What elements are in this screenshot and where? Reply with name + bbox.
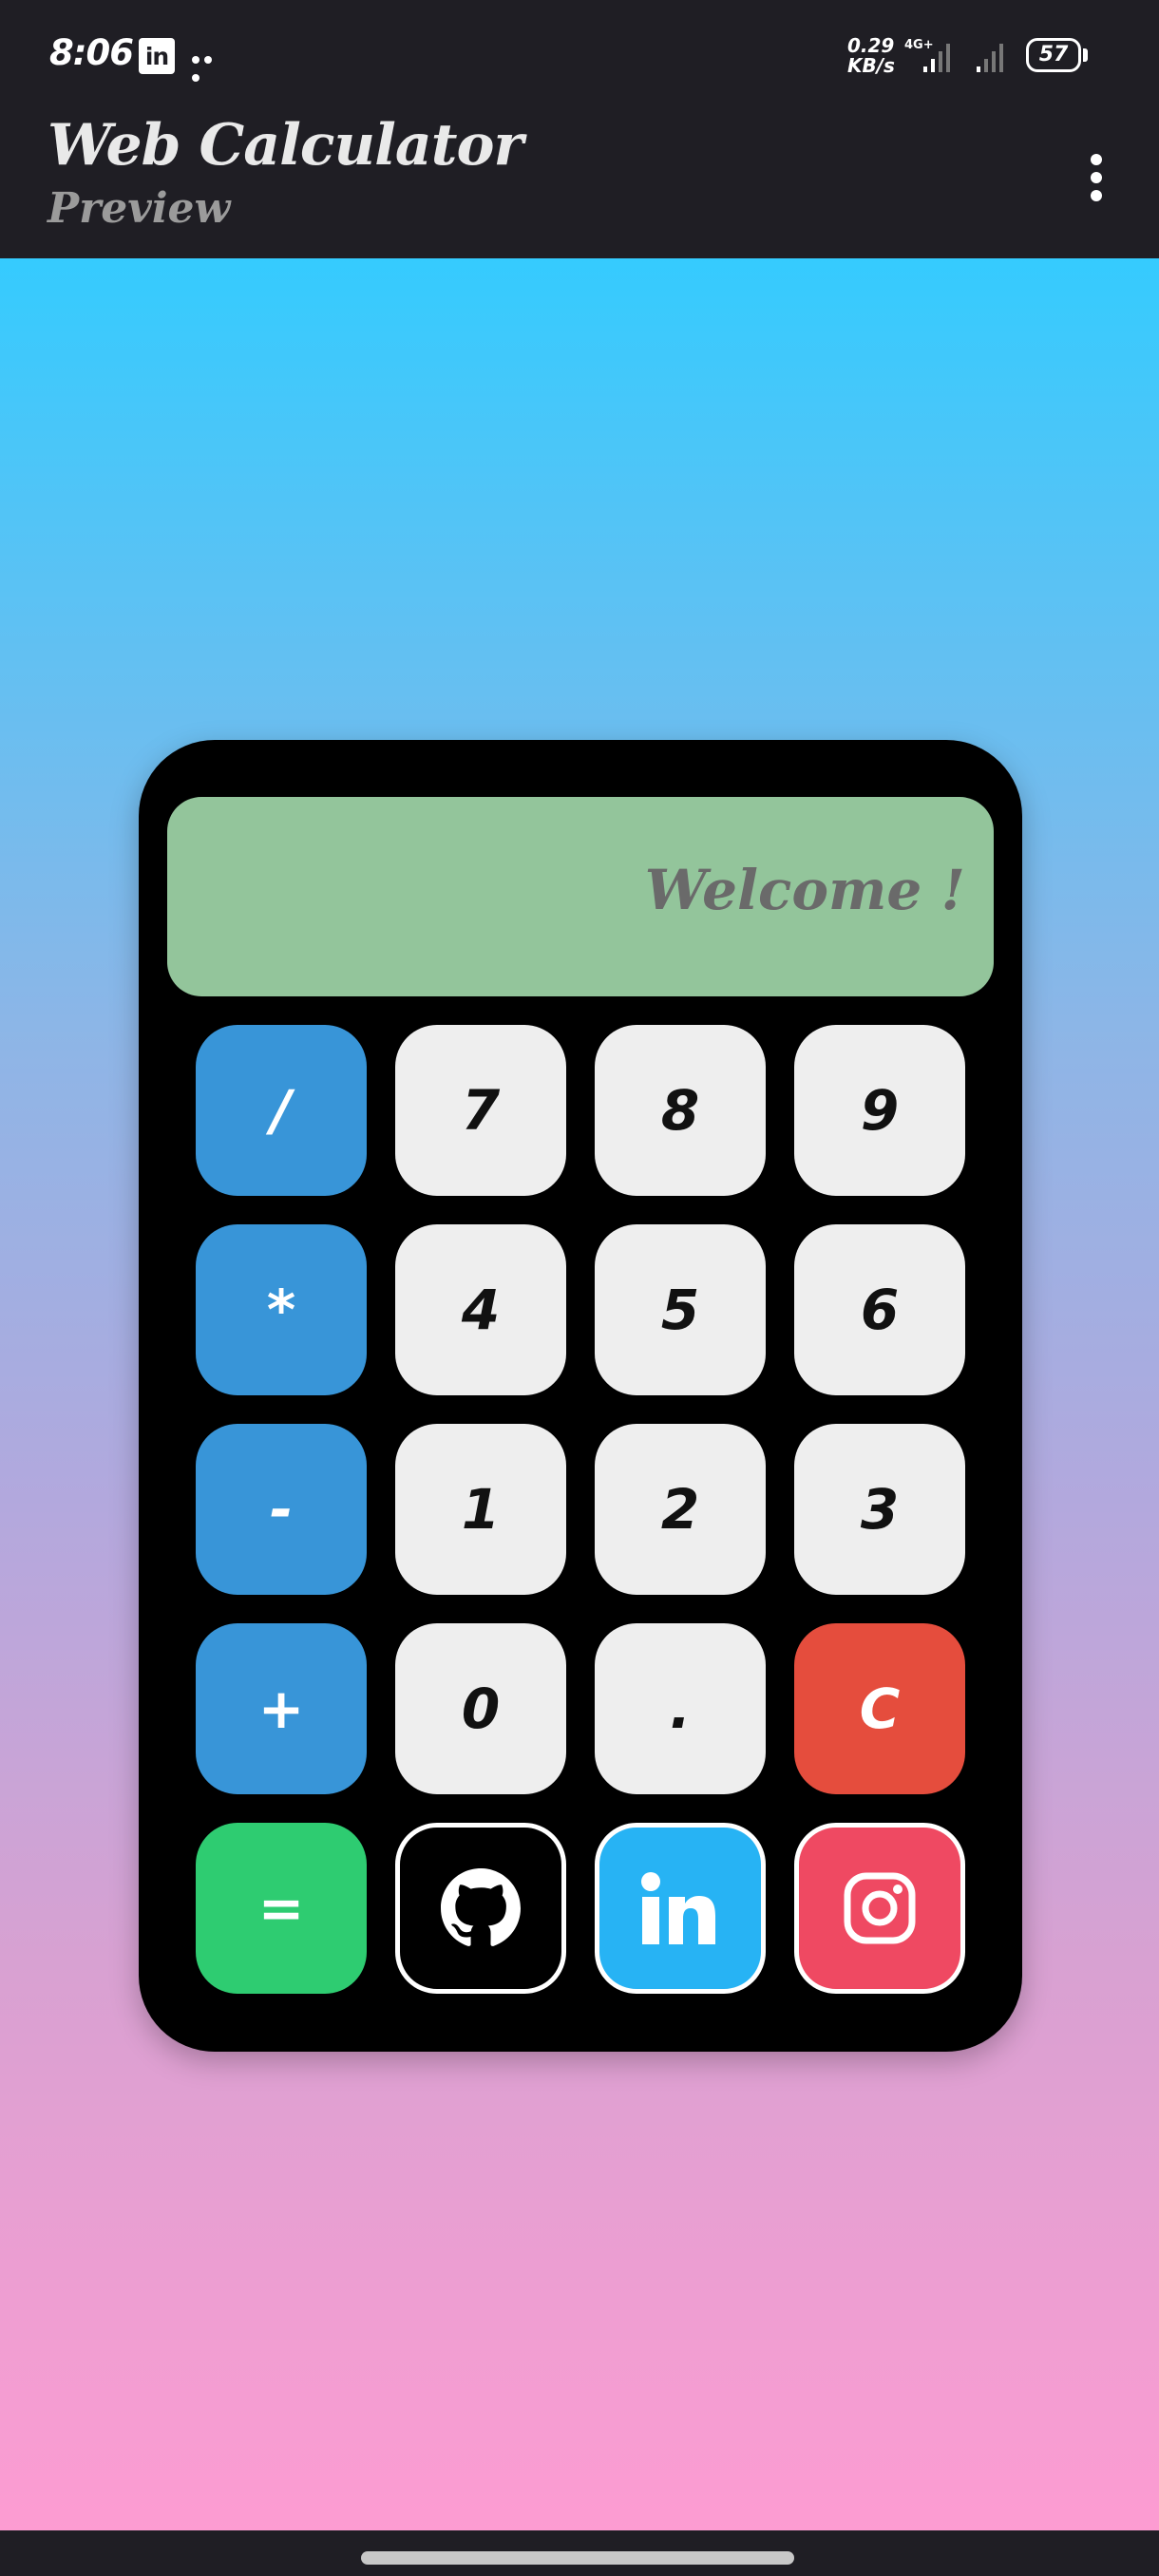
digit-9-button[interactable]: 9 — [794, 1025, 965, 1196]
clear-button[interactable]: C — [794, 1623, 965, 1794]
status-bar: 8:06 in 0.29 KB/s 4G+ 57 — [0, 0, 1159, 112]
digit-8-button[interactable]: 8 — [595, 1025, 766, 1196]
instagram-icon — [844, 1872, 916, 1944]
network-speed: 0.29 KB/s — [847, 36, 895, 76]
multiply-button[interactable]: * — [196, 1224, 367, 1395]
linkedin-notification-icon: in — [139, 38, 175, 74]
webview-content: Welcome ! / 7 8 9 * 4 5 6 - 1 2 3 + 0 . … — [0, 258, 1159, 2530]
battery-icon: 57 — [1026, 38, 1081, 72]
network-speed-unit: KB/s — [847, 54, 895, 77]
status-time: 8:06 — [49, 32, 134, 73]
more-notifications-icon — [192, 49, 228, 82]
digit-1-button[interactable]: 1 — [395, 1424, 566, 1595]
digit-7-button[interactable]: 7 — [395, 1025, 566, 1196]
linkedin-link-button[interactable] — [595, 1823, 766, 1994]
display-text: Welcome ! — [644, 858, 965, 922]
navigation-bar — [0, 2530, 1159, 2576]
github-link-button[interactable] — [395, 1823, 566, 1994]
digit-6-button[interactable]: 6 — [794, 1224, 965, 1395]
signal-strength-icon-2 — [977, 44, 1003, 72]
linkedin-icon — [641, 1872, 715, 1944]
add-button[interactable]: + — [196, 1623, 367, 1794]
app-bar: Web Calculator Preview — [0, 112, 1159, 258]
digit-5-button[interactable]: 5 — [595, 1224, 766, 1395]
calculator: Welcome ! / 7 8 9 * 4 5 6 - 1 2 3 + 0 . … — [139, 740, 1022, 2052]
signal-strength-icon — [923, 44, 950, 72]
app-subtitle: Preview — [48, 184, 231, 233]
digit-3-button[interactable]: 3 — [794, 1424, 965, 1595]
overflow-menu-icon[interactable] — [1079, 154, 1113, 215]
digit-0-button[interactable]: 0 — [395, 1623, 566, 1794]
network-speed-value: 0.29 — [847, 34, 895, 57]
calculator-display: Welcome ! — [167, 797, 994, 996]
digit-2-button[interactable]: 2 — [595, 1424, 766, 1595]
subtract-button[interactable]: - — [196, 1424, 367, 1595]
divide-button[interactable]: / — [196, 1025, 367, 1196]
digit-4-button[interactable]: 4 — [395, 1224, 566, 1395]
battery-tip — [1083, 48, 1088, 62]
home-gesture-handle[interactable] — [361, 2551, 794, 2565]
battery-level: 57 — [1038, 43, 1069, 66]
instagram-link-button[interactable] — [794, 1823, 965, 1994]
app-title: Web Calculator — [48, 112, 523, 179]
github-icon — [441, 1868, 521, 1946]
equals-button[interactable]: = — [196, 1823, 367, 1994]
decimal-point-button[interactable]: . — [595, 1623, 766, 1794]
